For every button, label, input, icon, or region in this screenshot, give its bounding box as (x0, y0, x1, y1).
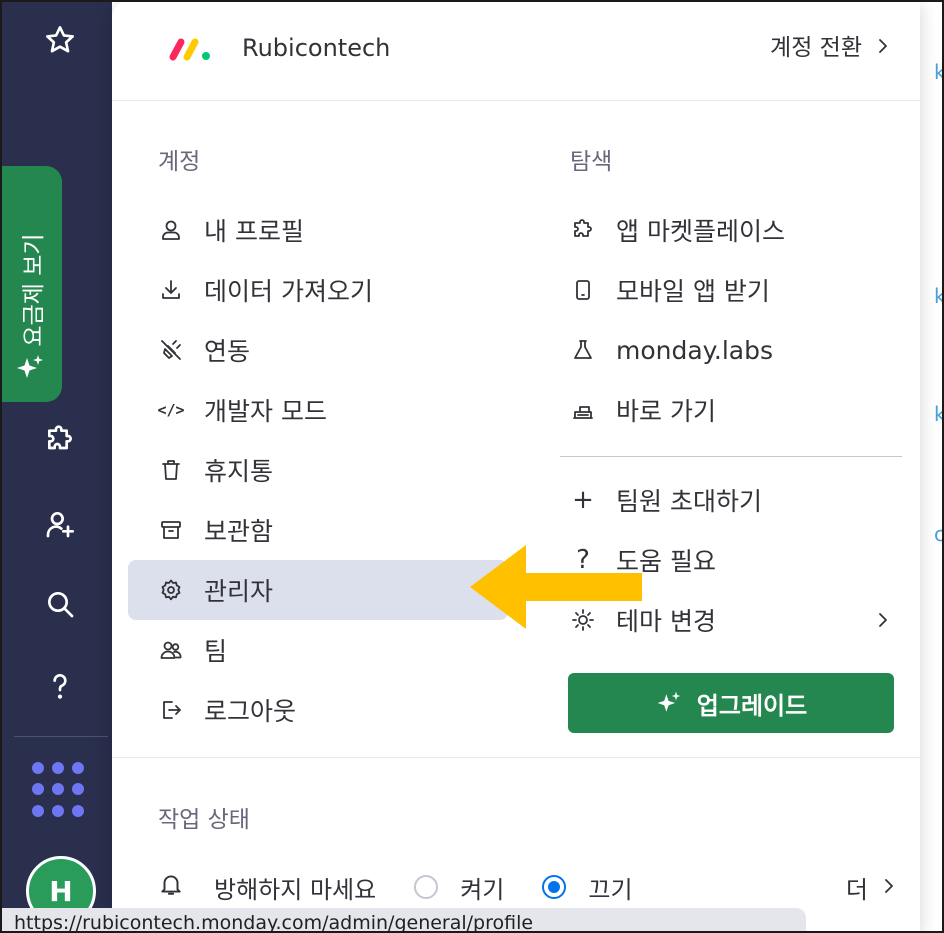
account-section-title: 계정 (158, 149, 201, 175)
menu-item-mobile-app[interactable]: 모바일 앱 받기 (560, 260, 908, 320)
menu-item-label: 데이터 가져오기 (204, 277, 373, 306)
menu-item-label: 팀원 초대하기 (616, 487, 762, 516)
upgrade-button[interactable]: 업그레이드 (568, 673, 894, 733)
logout-icon (158, 697, 184, 723)
search-icon[interactable] (36, 580, 84, 628)
menu-item-label: 모바일 앱 받기 (616, 277, 770, 306)
dnd-off-radio[interactable] (542, 875, 567, 899)
left-rail: 요금제 보기 H (0, 0, 112, 933)
star-icon[interactable] (36, 16, 84, 64)
menu-item-trash[interactable]: 휴지통 (128, 440, 508, 500)
menu-item-archive[interactable]: 보관함 (128, 500, 508, 560)
menu-item-integrations[interactable]: 연동 (128, 320, 508, 380)
menu-item-label: 앱 마켓플레이스 (616, 217, 785, 246)
background-text-fragment: k (934, 284, 942, 306)
menu-item-label: 휴지통 (204, 457, 274, 486)
more-status-label: 더 (845, 875, 868, 904)
menu-item-import-data[interactable]: 데이터 가져오기 (128, 260, 508, 320)
switch-account-button[interactable]: 계정 전환 (770, 30, 892, 66)
menu-item-monday-labs[interactable]: monday.labs (560, 320, 908, 380)
archive-icon (158, 517, 184, 543)
menu-item-label: 개발자 모드 (204, 397, 327, 426)
dnd-on-label: 켜기 (460, 875, 505, 904)
trash-icon (158, 457, 184, 483)
menu-item-app-marketplace[interactable]: 앱 마켓플레이스 (560, 200, 908, 260)
rail-divider (14, 736, 108, 737)
puzzle-icon (570, 217, 596, 243)
user-icon (158, 217, 184, 243)
bell-icon (158, 871, 184, 903)
chevron-right-icon (880, 873, 898, 901)
menu-item-label: 로그아웃 (204, 697, 297, 726)
menu-item-shortcuts[interactable]: 바로 가기 (560, 380, 908, 440)
more-status-button[interactable]: 더 (846, 870, 898, 905)
chevron-right-icon (874, 30, 892, 66)
sparkle-icon (17, 355, 43, 378)
menu-item-my-profile[interactable]: 내 프로필 (128, 200, 508, 260)
mobile-icon (570, 277, 596, 303)
menu-item-label: 팀 (204, 637, 228, 666)
monday-logo (169, 38, 210, 61)
team-icon (158, 637, 184, 663)
sparkle-icon (657, 691, 681, 712)
chevron-right-icon (874, 611, 892, 629)
puzzle-icon[interactable] (36, 416, 84, 464)
header-divider (112, 100, 920, 101)
work-status-title: 작업 상태 (158, 807, 250, 833)
menu-item-invite-members[interactable]: + 팀원 초대하기 (560, 470, 908, 530)
status-url-bar: https://rubicontech.monday.com/admin/gen… (2, 908, 806, 933)
do-not-disturb-label: 방해하지 마세요 (214, 875, 377, 904)
add-user-icon[interactable] (36, 500, 84, 548)
gear-icon (158, 577, 184, 603)
account-menu: Rubicontech 계정 전환 계정 내 프로필 데이터 가져오기 연동 <… (112, 0, 920, 933)
view-plans-label: 요금제 보기 (21, 233, 47, 347)
code-icon: </> (157, 401, 185, 419)
annotation-arrow (470, 545, 642, 629)
menu-item-admin[interactable]: 관리자 (128, 560, 508, 620)
background-text-fragment: k (934, 402, 942, 424)
account-name: Rubicontech (242, 34, 391, 62)
menu-item-logout[interactable]: 로그아웃 (128, 680, 508, 740)
menu-item-label: 관리자 (204, 577, 274, 606)
menu-item-label: monday.labs (616, 335, 774, 365)
background-text-fragment: c (934, 522, 942, 544)
background-content (920, 0, 944, 933)
background-text-fragment: k (934, 60, 942, 82)
menu-item-label: 보관함 (204, 517, 274, 546)
keyboard-icon (570, 397, 596, 423)
dnd-on-radio[interactable] (414, 875, 439, 899)
menu-item-developer-mode[interactable]: </> 개발자 모드 (128, 380, 508, 440)
menu-item-label: 바로 가기 (616, 397, 716, 426)
switch-account-label: 계정 전환 (770, 35, 862, 61)
explore-section-title: 탐색 (570, 149, 613, 175)
help-icon[interactable] (36, 662, 84, 710)
dnd-off-label: 끄기 (588, 875, 633, 904)
apps-grid-icon[interactable] (32, 762, 88, 818)
explore-divider (560, 456, 902, 457)
do-not-disturb-row: 방해하지 마세요 켜기 끄기 더 (158, 866, 898, 908)
download-icon (158, 277, 184, 303)
plug-icon (158, 337, 184, 363)
menu-item-label: 연동 (204, 337, 251, 366)
flask-icon (570, 337, 596, 363)
status-divider (112, 757, 920, 758)
menu-item-teams[interactable]: 팀 (128, 620, 508, 680)
plus-icon: + (572, 485, 594, 515)
upgrade-button-label: 업그레이드 (696, 691, 808, 720)
menu-item-label: 내 프로필 (204, 217, 304, 246)
